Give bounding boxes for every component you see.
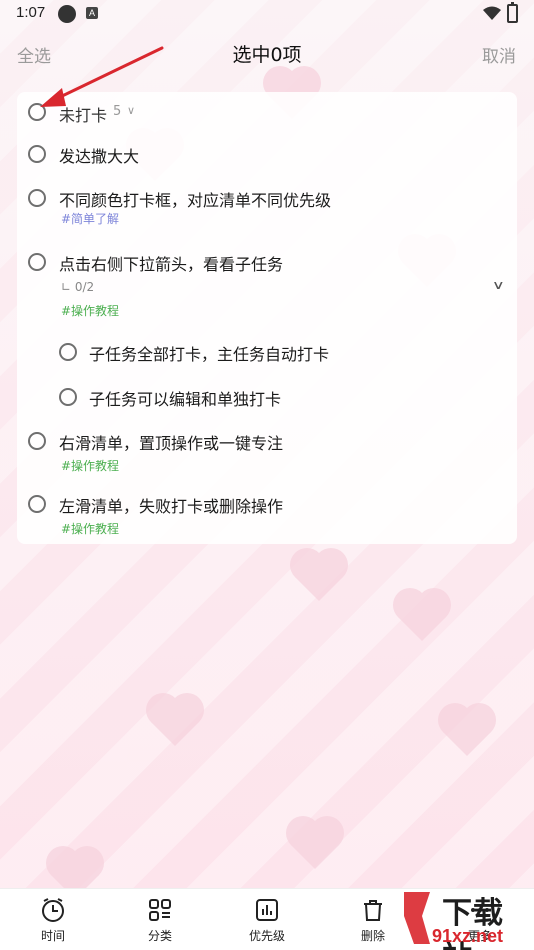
group-select-circle[interactable] xyxy=(28,103,46,121)
task-title: 右滑清单，置顶操作或一键专注 xyxy=(59,434,284,453)
wifi-icon xyxy=(483,6,501,20)
subtask-count-value: 0/2 xyxy=(74,280,95,294)
task-row[interactable]: 不同颜色打卡框，对应清单不同优先级 #简单了解 xyxy=(17,186,517,234)
task-list-card: 未打卡 5 ∨ 发达撒大大 不同颜色打卡框，对应清单不同优先级 #简单了解 点击… xyxy=(17,92,517,544)
task-tag[interactable]: #操作教程 xyxy=(61,302,119,319)
subtask-row[interactable]: 子任务全部打卡，主任务自动打卡 xyxy=(17,340,517,370)
task-select-circle[interactable] xyxy=(28,495,46,513)
task-select-circle[interactable] xyxy=(28,432,46,450)
task-row[interactable]: 右滑清单，置顶操作或一键专注 #操作教程 xyxy=(17,430,517,478)
a-notification-icon: A xyxy=(86,7,98,19)
subtask-icon: ∟ xyxy=(61,280,75,294)
task-title: 不同颜色打卡框，对应清单不同优先级 xyxy=(59,191,332,210)
task-row[interactable]: 左滑清单，失败打卡或删除操作 #操作教程 xyxy=(17,493,517,541)
subtask-title: 子任务可以编辑和单独打卡 xyxy=(89,390,282,409)
task-select-circle[interactable] xyxy=(28,145,46,163)
watermark-url: 91xz.net xyxy=(432,926,504,946)
tab-priority-label: 优先级 xyxy=(248,929,285,943)
expand-chevron-icon[interactable]: ∨ xyxy=(492,278,505,292)
task-title: 左滑清单，失败打卡或删除操作 xyxy=(59,497,284,516)
subtask-select-circle[interactable] xyxy=(59,388,77,406)
task-tag[interactable]: #操作教程 xyxy=(61,457,119,474)
header: 全选 选中0项 取消 xyxy=(0,30,534,76)
subtask-row[interactable]: 子任务可以编辑和单独打卡 xyxy=(17,385,517,415)
cancel-button[interactable]: 取消 xyxy=(482,42,516,67)
task-select-circle[interactable] xyxy=(28,189,46,207)
task-title: 发达撒大大 xyxy=(59,147,140,166)
task-tag[interactable]: #简单了解 xyxy=(61,210,119,227)
chevron-down-icon[interactable]: ∨ xyxy=(127,104,135,117)
subtask-title: 子任务全部打卡，主任务自动打卡 xyxy=(89,345,330,364)
grid-icon xyxy=(149,899,171,921)
clock-icon xyxy=(42,898,64,922)
task-tag[interactable]: #操作教程 xyxy=(61,520,119,537)
heart-decoration-icon xyxy=(150,697,200,747)
heart-decoration-icon xyxy=(294,552,344,602)
group-label: 未打卡 xyxy=(59,106,108,125)
task-title: 点击右侧下拉箭头，看看子任务 xyxy=(59,255,284,274)
subtask-select-circle[interactable] xyxy=(59,343,77,361)
task-row[interactable]: 点击右侧下拉箭头，看看子任务 ∟ 0/2 ∨ #操作教程 xyxy=(17,250,517,320)
battery-icon xyxy=(507,2,518,23)
heart-decoration-icon xyxy=(290,820,340,870)
bar-chart-icon xyxy=(256,899,278,921)
group-header-unchecked[interactable]: 未打卡 5 ∨ xyxy=(17,92,517,132)
heart-decoration-icon xyxy=(442,707,492,757)
status-time: 1:07 xyxy=(16,4,46,21)
heart-decoration-icon xyxy=(397,592,447,642)
trash-icon xyxy=(364,900,382,921)
tab-category-label: 分类 xyxy=(147,929,172,943)
tab-category[interactable]: 分类 xyxy=(115,889,205,950)
group-count: 5 xyxy=(113,104,122,119)
tab-time[interactable]: 时间 xyxy=(8,889,98,950)
subtask-count: ∟ 0/2 xyxy=(61,280,94,294)
task-select-circle[interactable] xyxy=(28,253,46,271)
page-title: 选中0项 xyxy=(232,44,302,66)
tab-priority[interactable]: 优先级 xyxy=(222,889,312,950)
app-notification-icon xyxy=(58,5,76,23)
tab-time-label: 时间 xyxy=(40,929,65,943)
task-row[interactable]: 发达撒大大 xyxy=(17,140,517,170)
status-bar: 1:07 A xyxy=(0,0,534,30)
